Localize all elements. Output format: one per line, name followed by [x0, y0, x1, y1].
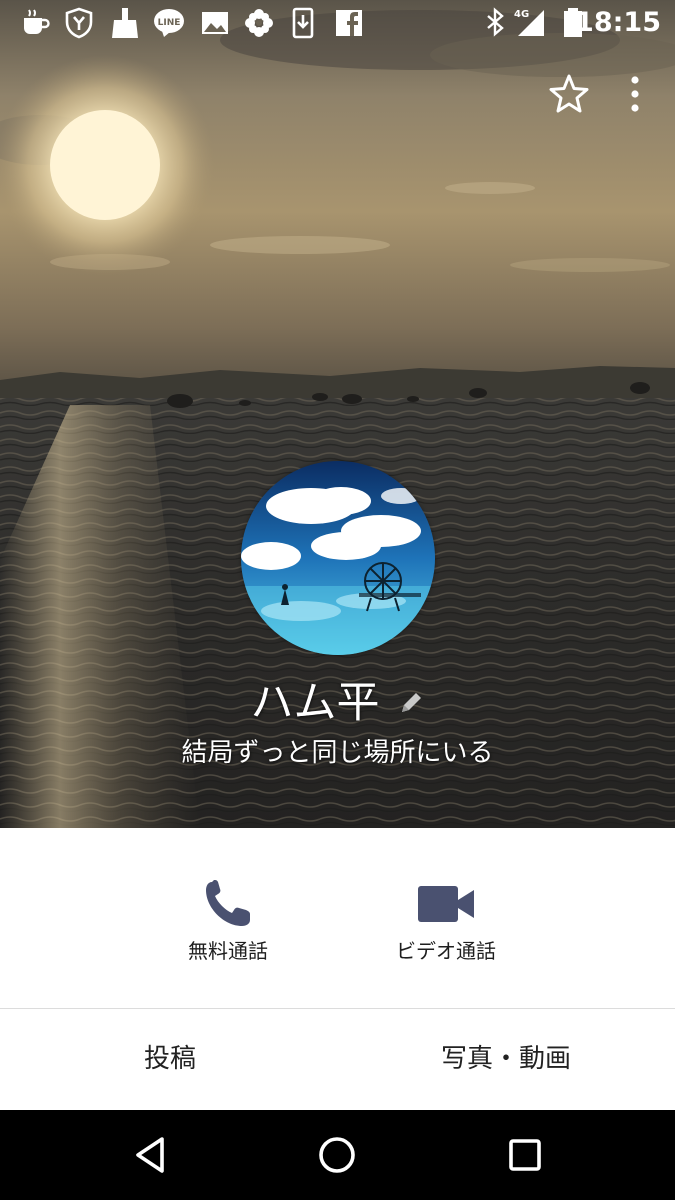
- status-clock: 18:15: [575, 7, 661, 38]
- network-type-label: 4G: [514, 9, 529, 20]
- download-icon: [286, 6, 320, 40]
- profile-name-row: ハム平: [0, 674, 675, 732]
- video-call-label: ビデオ通話: [396, 939, 496, 963]
- video-call-button[interactable]: ビデオ通話: [336, 878, 556, 978]
- bluetooth-icon: [478, 6, 512, 40]
- back-triangle-icon: [136, 1137, 164, 1173]
- more-vertical-icon: [631, 76, 639, 112]
- broom-icon: [108, 6, 142, 40]
- signal-icon: 4G: [514, 6, 548, 40]
- voice-call-button[interactable]: 無料通話: [118, 878, 338, 978]
- android-nav-bar: [0, 1110, 675, 1200]
- tab-photos-videos[interactable]: 写真・動画: [366, 1009, 646, 1110]
- facebook-icon: [332, 6, 366, 40]
- video-camera-icon: [418, 886, 474, 922]
- star-outline-icon: [549, 74, 589, 113]
- recents-square-icon: [509, 1139, 541, 1171]
- line-app-icon: LINE: [152, 6, 186, 40]
- avatar-image: [241, 461, 435, 655]
- y-shield-icon: [62, 6, 96, 40]
- profile-screen: LINE 4G 18:15 ハム平 結局ずっと同じ場所にいる 無料通話 ビデオ通…: [0, 0, 675, 1200]
- home-circle-icon: [319, 1137, 355, 1173]
- phone-icon: [206, 880, 250, 926]
- profile-avatar[interactable]: [241, 461, 435, 655]
- tab-posts[interactable]: 投稿: [30, 1009, 310, 1110]
- pencil-icon[interactable]: [397, 689, 425, 717]
- coffee-cup-icon: [18, 6, 52, 40]
- home-button[interactable]: [312, 1130, 362, 1180]
- gallery-icon: [198, 6, 232, 40]
- recents-button[interactable]: [500, 1130, 550, 1180]
- back-button[interactable]: [126, 1130, 176, 1180]
- status-message: 結局ずっと同じ場所にいる: [181, 738, 494, 768]
- profile-name: ハム平: [250, 678, 380, 728]
- cover-photo[interactable]: LINE 4G 18:15 ハム平 結局ずっと同じ場所にいる: [0, 0, 675, 828]
- status-bar: LINE 4G 18:15: [0, 0, 675, 46]
- favorite-button[interactable]: [547, 72, 591, 116]
- voice-call-label: 無料通話: [188, 939, 268, 963]
- more-menu-button[interactable]: [613, 72, 657, 116]
- svg-text:LINE: LINE: [158, 18, 181, 28]
- call-actions: 無料通話 ビデオ通話: [0, 828, 675, 1008]
- pinwheel-icon: [242, 6, 276, 40]
- profile-tabs: 投稿 写真・動画: [0, 1009, 675, 1110]
